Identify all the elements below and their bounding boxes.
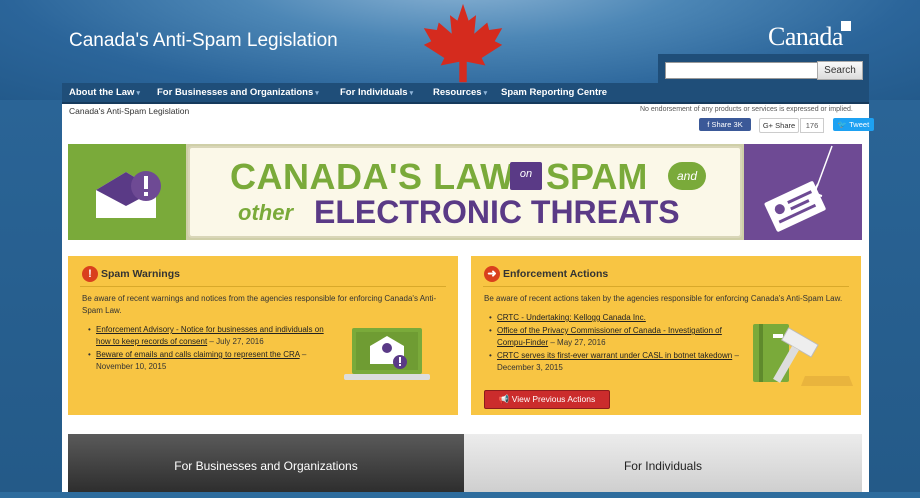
banner-title-line1: CANADA'S LAW xyxy=(230,156,515,197)
enforcement-action-link[interactable]: CRTC serves its first-ever warrant under… xyxy=(497,351,732,360)
main-navigation: About the Law ▾ For Businesses and Organi… xyxy=(62,83,869,104)
search-input[interactable] xyxy=(665,62,819,79)
enforcement-actions-title: Enforcement Actions xyxy=(503,268,609,280)
twitter-icon: 🐦 xyxy=(837,120,850,129)
banner-on-tag: on xyxy=(510,162,542,190)
spam-warnings-panel: ! Spam Warnings Be aware of recent warni… xyxy=(68,256,458,415)
hero-banner[interactable]: CANADA'S LAW on SPAM and other ELECTRONI… xyxy=(68,144,862,240)
phishing-hook-icon xyxy=(764,145,833,232)
nav-resources[interactable]: Resources ▾ xyxy=(433,83,487,102)
enforcement-action-link[interactable]: Office of the Privacy Commissioner of Ca… xyxy=(497,326,722,347)
list-item: CRTC - Undertaking: Kellogg Canada Inc. xyxy=(489,312,739,324)
google-plus-icon: G+ xyxy=(762,121,776,130)
envelope-alert-icon xyxy=(96,171,161,218)
facebook-share-button[interactable]: f Share 3K xyxy=(699,118,751,131)
megaphone-icon: 📢 xyxy=(498,394,512,404)
laptop-virus-icon xyxy=(344,328,430,380)
gavel-book-icon xyxy=(753,324,853,386)
spam-warning-link[interactable]: Beware of emails and calls claiming to r… xyxy=(96,350,300,359)
list-item: Beware of emails and calls claiming to r… xyxy=(88,349,338,373)
spam-warnings-list: Enforcement Advisory - Notice for busine… xyxy=(88,324,338,374)
divider xyxy=(483,286,849,287)
list-item: CRTC serves its first-ever warrant under… xyxy=(489,350,739,374)
nav-individuals[interactable]: For Individuals ▾ xyxy=(340,83,413,102)
nav-about-the-law[interactable]: About the Law ▾ xyxy=(69,83,140,102)
twitter-share-button[interactable]: 🐦 Tweet xyxy=(833,118,874,131)
banner-title-other: other xyxy=(238,200,293,225)
enforcement-action-link[interactable]: CRTC - Undertaking: Kellogg Canada Inc. xyxy=(497,313,646,322)
search-button[interactable]: Search xyxy=(817,61,863,80)
site-title[interactable]: Canada's Anti-Spam Legislation xyxy=(69,30,338,52)
list-item: Enforcement Advisory - Notice for busine… xyxy=(88,324,338,348)
banner-left-panel xyxy=(68,144,186,240)
spam-warnings-title: Spam Warnings xyxy=(101,268,180,280)
nav-spam-reporting-centre[interactable]: Spam Reporting Centre xyxy=(501,83,607,102)
arrow-right-icon: ➜ xyxy=(484,266,500,282)
banner-title-card: CANADA'S LAW on SPAM and other ELECTRONI… xyxy=(188,146,742,238)
spam-warnings-description: Be aware of recent warnings and notices … xyxy=(82,294,437,315)
alert-icon: ! xyxy=(82,266,98,282)
divider xyxy=(80,286,446,287)
banner-title-spam: SPAM xyxy=(546,156,648,197)
breadcrumb[interactable]: Canada's Anti-Spam Legislation xyxy=(69,106,189,116)
enforcement-actions-description: Be aware of recent actions taken by the … xyxy=(484,294,843,303)
enforcement-actions-panel: ➜ Enforcement Actions Be aware of recent… xyxy=(471,256,861,415)
flag-icon xyxy=(840,21,851,31)
google-share-count: 176 xyxy=(800,118,824,133)
banner-right-panel xyxy=(744,144,862,240)
maple-leaf-icon xyxy=(423,3,503,83)
google-share-button[interactable]: G+ Share xyxy=(759,118,799,133)
enforcement-actions-list: CRTC - Undertaking: Kellogg Canada Inc. … xyxy=(489,312,739,375)
tab-individuals[interactable]: For Individuals xyxy=(464,434,862,492)
view-previous-actions-button[interactable]: 📢 View Previous Actions xyxy=(484,390,610,409)
tab-businesses-organizations[interactable]: For Businesses and Organizations xyxy=(68,434,464,492)
banner-title-threats: ELECTRONIC THREATS xyxy=(314,194,680,230)
canada-wordmark: Canada xyxy=(768,21,853,52)
endorsement-notice: No endorsement of any products or servic… xyxy=(640,106,853,113)
banner-and-tag: and xyxy=(668,162,706,190)
nav-businesses-organizations[interactable]: For Businesses and Organizations ▾ xyxy=(157,83,319,102)
list-item: Office of the Privacy Commissioner of Ca… xyxy=(489,325,739,349)
